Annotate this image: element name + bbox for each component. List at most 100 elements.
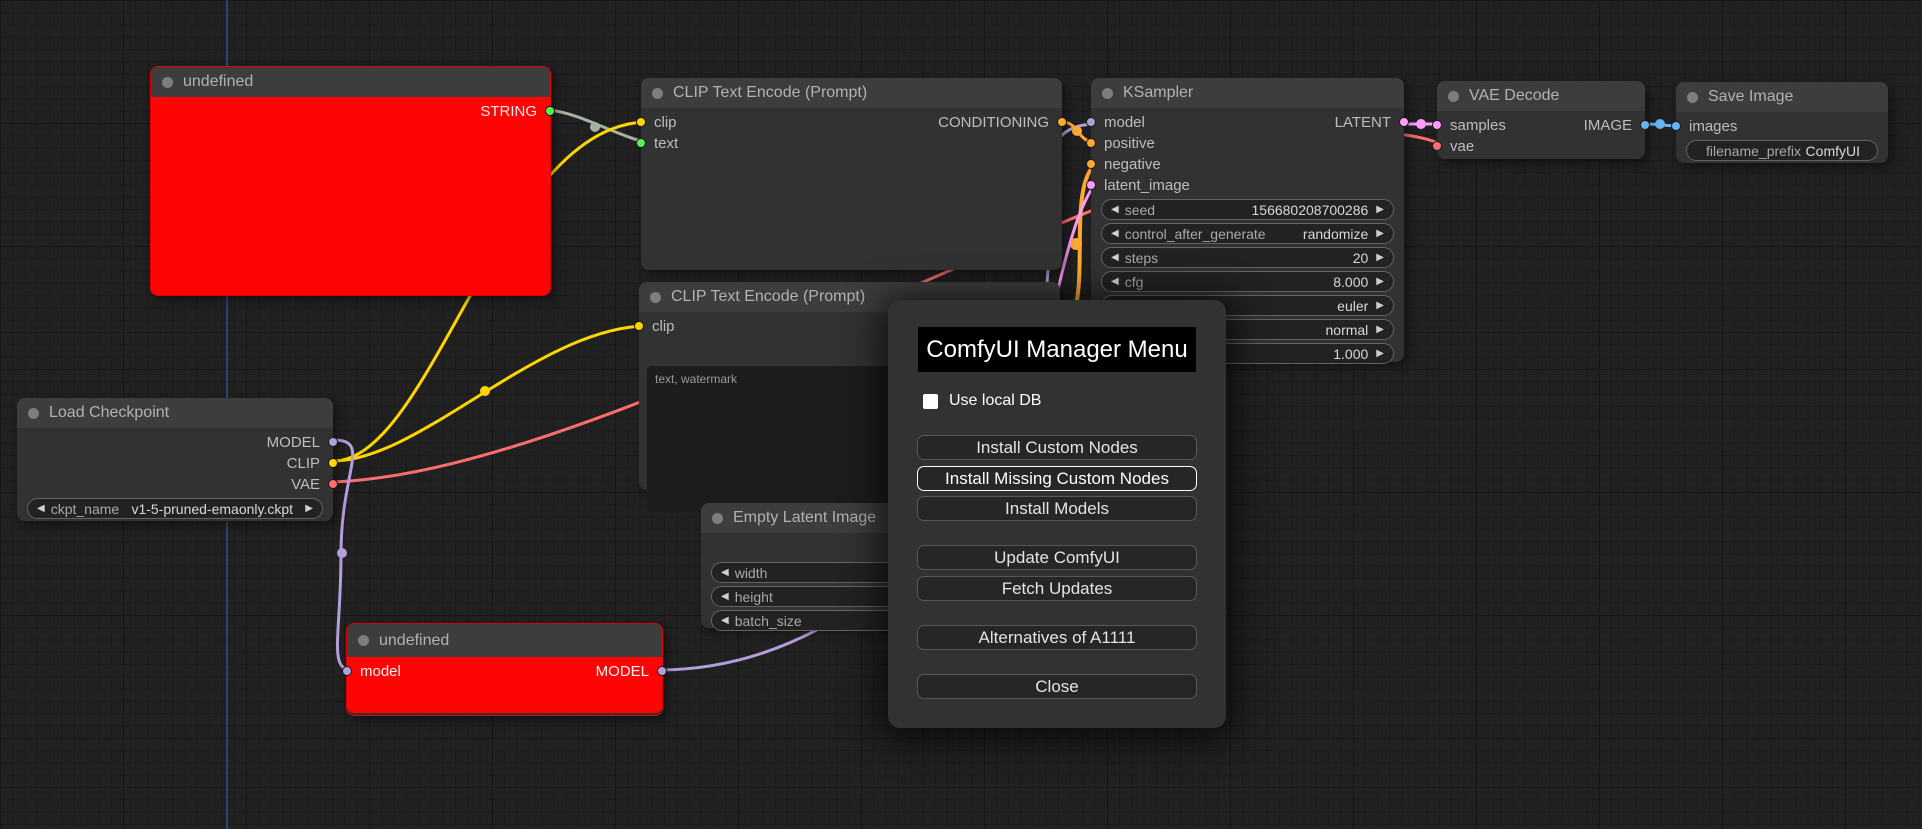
output-label-vae: VAE bbox=[291, 476, 320, 493]
collapse-dot-icon[interactable] bbox=[1687, 91, 1698, 103]
output-label-clip: CLIP bbox=[286, 455, 320, 472]
node-load-checkpoint[interactable]: Load Checkpoint MODEL CLIP VAE ◀ ckpt_na… bbox=[17, 398, 338, 521]
increment-arrow-icon[interactable]: ▶ bbox=[1376, 348, 1384, 359]
input-port-model[interactable] bbox=[342, 666, 352, 676]
widget-label: width bbox=[734, 564, 768, 581]
collapse-dot-icon[interactable] bbox=[358, 635, 369, 646]
decrement-arrow-icon[interactable]: ◀ bbox=[721, 567, 729, 578]
node-title: KSampler bbox=[1123, 84, 1194, 101]
decrement-arrow-icon[interactable]: ◀ bbox=[721, 615, 729, 626]
widget-value: 156680208700286 bbox=[1251, 201, 1369, 218]
use-local-db-checkbox[interactable] bbox=[923, 393, 938, 409]
alternatives-of-a1111-button[interactable]: Alternatives of A1111 bbox=[917, 625, 1197, 650]
install-missing-custom-nodes-button[interactable]: Install Missing Custom Nodes bbox=[917, 466, 1197, 491]
output-port-clip[interactable] bbox=[328, 458, 338, 468]
node-graph-canvas[interactable]: undefined STRING CLIP Text Encode (Promp… bbox=[0, 0, 1922, 829]
increment-arrow-icon[interactable]: ▶ bbox=[1376, 276, 1384, 287]
install-models-button[interactable]: Install Models bbox=[917, 496, 1197, 521]
increment-arrow-icon[interactable]: ▶ bbox=[1376, 228, 1384, 239]
output-port-latent[interactable] bbox=[1399, 117, 1409, 127]
input-port-clip[interactable] bbox=[636, 117, 646, 127]
input-port-positive[interactable] bbox=[1086, 138, 1096, 148]
widget-label: filename_prefix bbox=[1706, 142, 1801, 159]
widget-value: normal bbox=[1325, 321, 1369, 338]
input-port-images[interactable] bbox=[1671, 121, 1681, 131]
increment-arrow-icon[interactable]: ▶ bbox=[1376, 324, 1384, 335]
widget-label: control_after_generate bbox=[1124, 225, 1266, 242]
node-title-bar[interactable]: Save Image bbox=[1676, 82, 1888, 112]
node-save-image[interactable]: Save Image images filename_prefix ComfyU… bbox=[1671, 82, 1888, 163]
input-label-samples: samples bbox=[1450, 117, 1506, 134]
widget-label: seed bbox=[1124, 201, 1156, 218]
widget-label: steps bbox=[1124, 249, 1159, 266]
output-port-vae[interactable] bbox=[328, 479, 338, 489]
widget-value: randomize bbox=[1302, 225, 1369, 242]
input-label-clip: clip bbox=[654, 114, 677, 131]
input-port-model[interactable] bbox=[1086, 117, 1096, 127]
collapse-dot-icon[interactable] bbox=[162, 76, 173, 88]
node-title-bar[interactable]: CLIP Text Encode (Prompt) bbox=[641, 78, 1062, 108]
node-title-bar[interactable]: KSampler bbox=[1091, 78, 1404, 108]
input-port-negative[interactable] bbox=[1086, 159, 1096, 169]
comfyui-manager-dialog: ComfyUI Manager Menu Use local DB Instal… bbox=[888, 300, 1226, 728]
increment-arrow-icon[interactable]: ▶ bbox=[305, 503, 313, 514]
input-label-positive: positive bbox=[1104, 135, 1155, 152]
output-port-model[interactable] bbox=[657, 666, 667, 676]
output-port-model[interactable] bbox=[328, 437, 338, 447]
widget-filename-prefix[interactable]: filename_prefix ComfyUI bbox=[1686, 140, 1878, 161]
widget-steps[interactable]: ◀ steps 20 ▶ bbox=[1101, 247, 1394, 268]
widget-seed[interactable]: ◀ seed 156680208700286 ▶ bbox=[1101, 199, 1394, 220]
increment-arrow-icon[interactable]: ▶ bbox=[1376, 300, 1384, 311]
widget-control-after-generate[interactable]: ◀ control_after_generate randomize ▶ bbox=[1101, 223, 1394, 244]
widget-label: height bbox=[734, 588, 773, 605]
input-port-vae[interactable] bbox=[1432, 141, 1442, 151]
decrement-arrow-icon[interactable]: ◀ bbox=[1111, 252, 1119, 263]
input-label-latent-image: latent_image bbox=[1104, 177, 1190, 194]
decrement-arrow-icon[interactable]: ◀ bbox=[1111, 276, 1119, 287]
output-port-string[interactable] bbox=[545, 106, 555, 116]
node-vae-decode[interactable]: VAE Decode samples IMAGE vae bbox=[1432, 81, 1650, 159]
node-title: undefined bbox=[183, 73, 254, 90]
decrement-arrow-icon[interactable]: ◀ bbox=[721, 591, 729, 602]
collapse-dot-icon[interactable] bbox=[1102, 87, 1113, 99]
close-button[interactable]: Close bbox=[917, 674, 1197, 699]
fetch-updates-button[interactable]: Fetch Updates bbox=[917, 576, 1197, 601]
decrement-arrow-icon[interactable]: ◀ bbox=[37, 503, 45, 514]
node-undefined-string[interactable]: undefined STRING bbox=[150, 66, 555, 296]
collapse-dot-icon[interactable] bbox=[652, 87, 663, 99]
output-port-conditioning[interactable] bbox=[1057, 117, 1067, 127]
update-comfyui-button[interactable]: Update ComfyUI bbox=[917, 545, 1197, 570]
collapse-dot-icon[interactable] bbox=[712, 512, 723, 524]
node-title-bar[interactable]: Load Checkpoint bbox=[17, 398, 333, 428]
node-title: CLIP Text Encode (Prompt) bbox=[671, 288, 866, 305]
input-port-samples[interactable] bbox=[1432, 120, 1442, 130]
widget-value: 8.000 bbox=[1333, 273, 1369, 290]
node-title: Save Image bbox=[1708, 88, 1794, 105]
use-local-db-label: Use local DB bbox=[949, 392, 1042, 409]
node-undefined-model[interactable]: undefined model MODEL bbox=[342, 623, 667, 716]
input-port-latent-image[interactable] bbox=[1086, 180, 1096, 190]
collapse-dot-icon[interactable] bbox=[28, 407, 39, 419]
node-clip-text-encode-1[interactable]: CLIP Text Encode (Prompt) clip CONDITION… bbox=[636, 78, 1067, 270]
node-title: Empty Latent Image bbox=[733, 509, 877, 526]
node-title-bar[interactable]: undefined bbox=[151, 67, 550, 97]
increment-arrow-icon[interactable]: ▶ bbox=[1376, 204, 1384, 215]
node-title-bar[interactable]: undefined bbox=[347, 624, 662, 657]
use-local-db-row[interactable]: Use local DB bbox=[923, 392, 1041, 410]
output-label-image: IMAGE bbox=[1583, 117, 1632, 134]
increment-arrow-icon[interactable]: ▶ bbox=[1376, 252, 1384, 263]
input-port-clip[interactable] bbox=[634, 321, 644, 331]
output-label-model: MODEL bbox=[266, 434, 320, 451]
output-port-image[interactable] bbox=[1640, 120, 1650, 130]
decrement-arrow-icon[interactable]: ◀ bbox=[1111, 228, 1119, 239]
widget-cfg[interactable]: ◀ cfg 8.000 ▶ bbox=[1101, 271, 1394, 292]
input-port-text[interactable] bbox=[636, 138, 646, 148]
node-title: VAE Decode bbox=[1469, 87, 1560, 104]
node-title-bar[interactable]: VAE Decode bbox=[1437, 81, 1645, 111]
widget-ckpt-name[interactable]: ◀ ckpt_name v1-5-pruned-emaonly.ckpt ▶ bbox=[27, 498, 323, 519]
decrement-arrow-icon[interactable]: ◀ bbox=[1111, 204, 1119, 215]
input-label-text: text bbox=[654, 135, 679, 152]
install-custom-nodes-button[interactable]: Install Custom Nodes bbox=[917, 435, 1197, 460]
collapse-dot-icon[interactable] bbox=[1448, 90, 1459, 102]
collapse-dot-icon[interactable] bbox=[650, 291, 661, 303]
